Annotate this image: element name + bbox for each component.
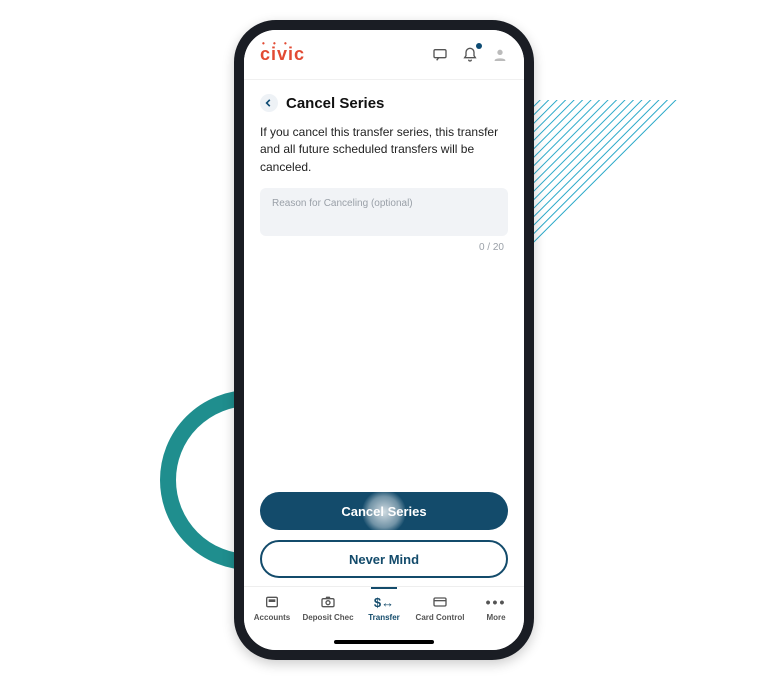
brand-logo: • • • civic <box>260 44 305 65</box>
description-text: If you cancel this transfer series, this… <box>244 118 524 188</box>
char-counter: 0 / 20 <box>244 236 524 253</box>
page-title: Cancel Series <box>286 95 384 112</box>
profile-icon[interactable] <box>490 45 510 65</box>
cancel-series-button[interactable]: Cancel Series <box>260 492 508 530</box>
tab-label: Transfer <box>368 613 400 622</box>
notification-badge <box>476 43 482 49</box>
screen: • • • civic Cancel Series <box>244 30 524 650</box>
tab-more[interactable]: ••• More <box>469 593 523 622</box>
bell-icon[interactable] <box>460 45 480 65</box>
camera-icon <box>318 593 338 611</box>
card-icon <box>430 593 450 611</box>
secondary-button-label: Never Mind <box>349 552 419 567</box>
tab-card-controls[interactable]: Card Control <box>413 593 467 622</box>
more-icon: ••• <box>486 593 506 611</box>
tab-label: Card Control <box>416 613 465 622</box>
phone-frame: • • • civic Cancel Series <box>234 20 534 660</box>
tab-accounts[interactable]: Accounts <box>245 593 299 622</box>
reason-input[interactable]: Reason for Canceling (optional) <box>260 188 508 236</box>
transfer-icon: $↔ <box>374 593 394 611</box>
button-group: Cancel Series Never Mind <box>244 492 524 586</box>
home-indicator <box>334 640 434 644</box>
messages-icon[interactable] <box>430 45 450 65</box>
page-header: Cancel Series <box>244 80 524 118</box>
top-icons <box>430 45 510 65</box>
tab-bar: Accounts Deposit Chec $↔ Transfer Card C… <box>244 586 524 650</box>
top-bar: • • • civic <box>244 30 524 80</box>
tab-deposit-check[interactable]: Deposit Chec <box>301 593 355 622</box>
primary-button-label: Cancel Series <box>341 504 426 519</box>
accounts-icon <box>262 593 282 611</box>
tab-transfer[interactable]: $↔ Transfer <box>357 593 411 622</box>
reason-placeholder: Reason for Canceling (optional) <box>272 198 413 209</box>
tab-label: Deposit Chec <box>302 613 353 622</box>
back-button[interactable] <box>260 94 278 112</box>
tab-label: Accounts <box>254 613 290 622</box>
never-mind-button[interactable]: Never Mind <box>260 540 508 578</box>
tab-label: More <box>486 613 505 622</box>
